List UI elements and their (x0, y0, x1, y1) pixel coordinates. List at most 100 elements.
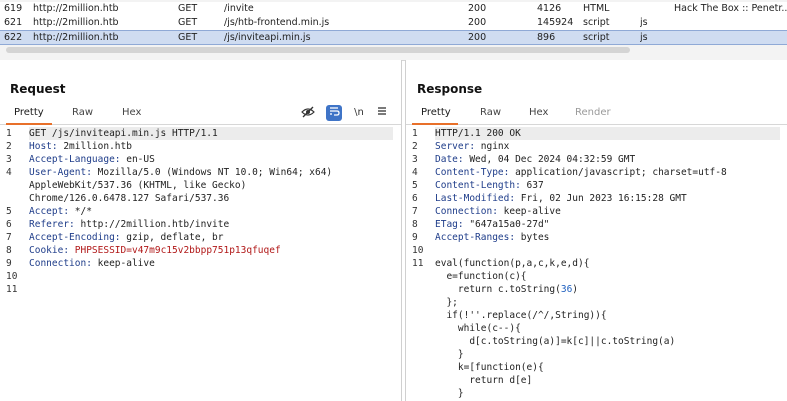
header-line-wrap: AppleWebKit/537.36 (KHTML, like Gecko) (29, 180, 247, 191)
header-value: nginx (475, 141, 510, 152)
code-text: ) (572, 284, 579, 295)
row-method: GET (178, 32, 198, 43)
tab-hex[interactable]: Hex (122, 107, 141, 118)
header-key: Date: (435, 154, 464, 165)
response-pane: Response Pretty Raw Hex Render 1 2 3 4 5… (405, 60, 787, 401)
row-number: 622 (4, 32, 23, 43)
history-row-selected[interactable]: 622 http://2million.htb GET /js/inviteap… (0, 30, 787, 45)
tab-pretty[interactable]: Pretty (421, 107, 451, 118)
tab-hex[interactable]: Hex (529, 107, 548, 118)
row-title: Hack The Box :: Penetr... (674, 3, 787, 14)
line-number: 8 (6, 245, 12, 256)
header-line: Connection: keep-alive (29, 257, 393, 270)
header-line: Connection: keep-alive (435, 205, 780, 218)
horizontal-scrollbar[interactable] (6, 47, 630, 53)
line-number: 9 (6, 258, 12, 269)
header-value: keep-alive (91, 258, 155, 269)
row-method: GET (178, 3, 198, 14)
row-host: http://2million.htb (33, 3, 119, 14)
newline-toggle[interactable]: \n (351, 105, 367, 121)
line-number: 8 (412, 219, 418, 230)
line-number: 4 (412, 167, 418, 178)
response-editor[interactable]: 1 2 3 4 5 6 7 8 9 10 11 HTTP/1.1 200 OK … (406, 126, 787, 401)
line-number: 1 (6, 128, 12, 139)
code-line: }; (435, 297, 458, 308)
row-mime: script (583, 32, 610, 43)
header-value: Mozilla/5.0 (Windows NT 10.0; Win64; x64… (91, 167, 333, 178)
history-row[interactable]: 619 http://2million.htb GET /invite 200 … (0, 2, 787, 16)
header-value: http://2million.htb/invite (74, 219, 230, 230)
row-host: http://2million.htb (33, 32, 119, 43)
line-number: 9 (412, 232, 418, 243)
line-number: 5 (412, 180, 418, 191)
header-key: Content-Length: (435, 180, 521, 191)
line-number: 11 (6, 284, 18, 295)
header-value: keep-alive (497, 206, 561, 217)
code-line: } (435, 349, 464, 360)
tab-pretty[interactable]: Pretty (14, 107, 44, 118)
tab-raw[interactable]: Raw (480, 107, 501, 118)
row-mime: HTML (583, 3, 610, 14)
row-status: 200 (468, 3, 487, 14)
row-path: /js/htb-frontend.min.js (224, 17, 330, 28)
header-key: Server: (435, 141, 476, 152)
header-key: ETag: (435, 219, 464, 230)
request-title: Request (10, 82, 66, 96)
header-value: Fri, 02 Jun 2023 16:15:28 GMT (515, 193, 687, 204)
line-number: 4 (6, 167, 12, 178)
eye-slash-icon[interactable] (300, 105, 316, 121)
header-value: 2million.htb (57, 141, 132, 152)
active-tab-indicator (412, 123, 458, 125)
row-length: 896 (537, 32, 556, 43)
header-line: Content-Length: 637 (435, 179, 780, 192)
header-value: Wed, 04 Dec 2024 04:32:59 GMT (463, 154, 636, 165)
header-line: Accept-Encoding: gzip, deflate, br (29, 231, 393, 244)
header-value: gzip, deflate, br (120, 232, 224, 243)
request-editor[interactable]: 1 2 3 4 5 6 7 8 9 10 11 GET /js/inviteap… (0, 126, 401, 401)
header-key: Accept-Ranges: (435, 232, 516, 243)
active-tab-indicator (6, 123, 52, 125)
line-number: 11 (412, 258, 424, 269)
row-method: GET (178, 17, 198, 28)
line-number: 5 (6, 206, 12, 217)
row-ext: js (640, 17, 648, 28)
header-key: Cookie: (29, 245, 70, 256)
tab-render[interactable]: Render (575, 107, 611, 118)
row-ext: js (640, 32, 648, 43)
header-key: Last-Modified: (435, 193, 516, 204)
row-number: 619 (4, 3, 23, 14)
code-text: return c.toString( (435, 284, 561, 295)
header-value: en-US (120, 154, 155, 165)
tab-raw[interactable]: Raw (72, 107, 93, 118)
row-status: 200 (468, 17, 487, 28)
status-line: HTTP/1.1 200 OK (435, 127, 780, 140)
request-tabs: Pretty Raw Hex \n (0, 104, 401, 125)
code-line: } (435, 388, 464, 399)
line-number: 2 (412, 141, 418, 152)
line-number: 6 (6, 219, 12, 230)
line-number: 3 (6, 154, 12, 165)
cookie-value: =v47m9c15v2bbpp751p13qfuqef (126, 245, 281, 256)
row-length: 4126 (537, 3, 562, 14)
header-key: Connection: (435, 206, 498, 217)
line-number: 2 (6, 141, 12, 152)
code-line: return d[e] (435, 375, 533, 386)
header-value: bytes (515, 232, 550, 243)
header-value: application/javascript; charset=utf-8 (509, 167, 727, 178)
header-line: Accept-Language: en-US (29, 153, 393, 166)
wrap-icon[interactable] (326, 105, 342, 121)
header-line: Host: 2million.htb (29, 140, 393, 153)
header-key: User-Agent: (29, 167, 92, 178)
history-row[interactable]: 621 http://2million.htb GET /js/htb-fron… (0, 16, 787, 30)
header-key: Accept-Encoding: (29, 232, 121, 243)
row-path: /js/inviteapi.min.js (224, 32, 311, 43)
header-line: User-Agent: Mozilla/5.0 (Windows NT 10.0… (29, 166, 393, 179)
header-key: Connection: (29, 258, 92, 269)
menu-icon[interactable] (374, 105, 390, 121)
header-line: ETag: "647a15a0-27d" (435, 218, 780, 231)
header-value: 637 (520, 180, 544, 191)
code-number: 36 (560, 284, 573, 295)
line-number: 7 (412, 206, 418, 217)
row-number: 621 (4, 17, 23, 28)
row-status: 200 (468, 32, 487, 43)
